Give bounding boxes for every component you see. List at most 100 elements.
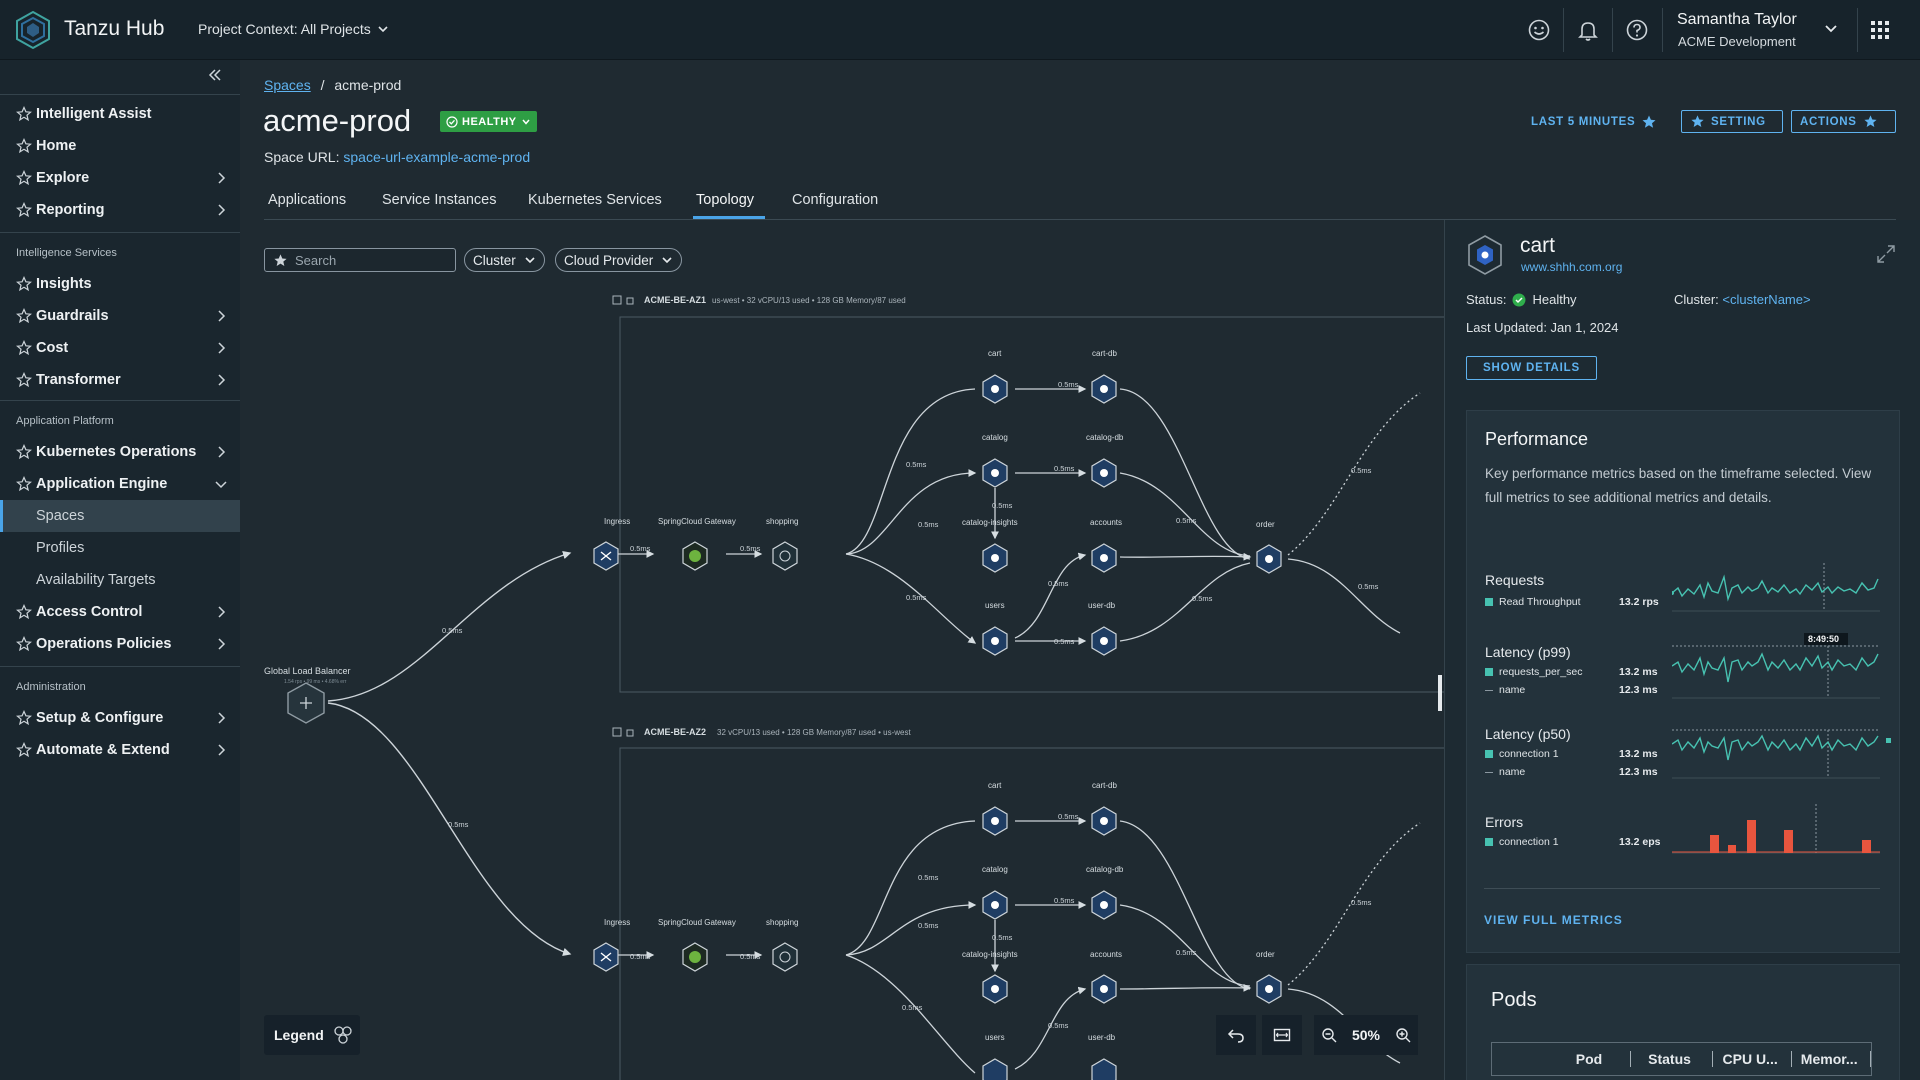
sidebar-item-transformer[interactable]: Transformer — [0, 364, 240, 396]
detail-link[interactable]: www.shhh.com.org — [1521, 260, 1622, 274]
user-menu-chevron-icon[interactable] — [1824, 22, 1838, 36]
cluster-link[interactable]: <clusterName> — [1722, 292, 1810, 307]
user-org: ACME Development — [1678, 34, 1796, 49]
cluster-filter[interactable]: Cluster — [464, 248, 545, 272]
sidebar-item-guardrails[interactable]: Guardrails — [0, 300, 240, 332]
sidebar-item-automate-extend[interactable]: Automate & Extend — [0, 734, 240, 766]
performance-title: Performance — [1485, 429, 1589, 449]
divider — [1563, 8, 1564, 52]
cluster-group-icon — [612, 295, 622, 305]
status-badge-label: HEALTHY — [462, 115, 517, 128]
chevron-right-icon — [218, 310, 226, 322]
sidebar-item-label: Transformer — [36, 372, 121, 388]
sidebar-item-home[interactable]: Home — [0, 130, 240, 162]
column-header[interactable]: Memor... — [1792, 1051, 1871, 1067]
chevron-right-icon — [218, 342, 226, 354]
divider — [0, 400, 240, 401]
actions-button[interactable]: ACTIONS — [1791, 110, 1896, 133]
tab-applications[interactable]: Applications — [268, 192, 346, 208]
search-input[interactable]: Search — [264, 248, 456, 272]
app-title[interactable]: Tanzu Hub — [64, 17, 164, 41]
legend-button[interactable]: Legend — [264, 1015, 360, 1055]
project-context-dropdown[interactable]: Project Context: All Projects — [198, 21, 389, 37]
setting-label: SETTING — [1711, 115, 1766, 128]
svg-text:0.5ms: 0.5ms — [1048, 1021, 1069, 1030]
tanzu-logo-icon[interactable] — [14, 10, 52, 50]
column-header[interactable]: CPU U... — [1713, 1051, 1793, 1067]
chevron-right-icon — [218, 744, 226, 756]
svg-text:users: users — [985, 601, 1005, 610]
tab-service-instances[interactable]: Service Instances — [382, 192, 496, 208]
undo-button[interactable] — [1216, 1015, 1256, 1055]
tab-kubernetes-services[interactable]: Kubernetes Services — [528, 192, 662, 208]
star-icon — [1864, 115, 1877, 127]
latency-label: 0.5ms — [448, 820, 469, 829]
node-global-load-balancer[interactable]: Global Load Balancer 1.54 rps • 99 ms • … — [264, 666, 351, 724]
view-full-metrics-link[interactable]: VIEW FULL METRICS — [1484, 913, 1623, 927]
divider — [1662, 8, 1663, 52]
sidebar-item-availability-targets[interactable]: Availability Targets — [0, 564, 240, 596]
cloud-provider-filter[interactable]: Cloud Provider — [555, 248, 683, 272]
sidebar-item-profiles[interactable]: Profiles — [0, 532, 240, 564]
svg-text:0.5ms: 0.5ms — [918, 520, 939, 529]
tab-topology[interactable]: Topology — [696, 192, 754, 208]
setting-button[interactable]: SETTING — [1681, 110, 1783, 133]
help-icon[interactable] — [1623, 16, 1651, 44]
cloud-provider-filter-label: Cloud Provider — [564, 252, 654, 268]
space-url-link[interactable]: space-url-example-acme-prod — [343, 149, 530, 165]
sidebar-item-operations-policies[interactable]: Operations Policies — [0, 628, 240, 660]
svg-text:0.5ms: 0.5ms — [1048, 579, 1069, 588]
sidebar-item-explore[interactable]: Explore — [0, 162, 240, 194]
bell-icon[interactable] — [1574, 16, 1602, 44]
svg-text:0.5ms: 0.5ms — [906, 593, 927, 602]
column-header[interactable]: Status — [1631, 1051, 1713, 1067]
user-name[interactable]: Samantha Taylor — [1677, 11, 1797, 29]
column-header[interactable]: Pod — [1552, 1051, 1632, 1067]
breadcrumb-current: acme-prod — [334, 77, 402, 93]
zoom-control: 50% — [1314, 1015, 1418, 1055]
sidebar-item-label: Availability Targets — [36, 572, 156, 588]
metric-title: Latency (p50) — [1485, 726, 1571, 742]
tab-configuration[interactable]: Configuration — [792, 192, 878, 208]
legend-dash — [1485, 689, 1493, 691]
chevron-down-icon — [378, 26, 388, 33]
node-catalog: catalog — [982, 865, 1008, 920]
canvas-scrollbar[interactable] — [1438, 675, 1442, 711]
sidebar-item-cost[interactable]: Cost — [0, 332, 240, 364]
zoom-out-icon[interactable] — [1321, 1027, 1337, 1043]
star-icon — [16, 710, 32, 726]
chevron-down-icon — [215, 481, 227, 489]
sidebar-item-kubernetes-operations[interactable]: Kubernetes Operations — [0, 436, 240, 468]
svg-text:0.5ms: 0.5ms — [1351, 898, 1372, 907]
svg-text:0.5ms: 0.5ms — [918, 921, 939, 930]
collapse-sidebar-icon[interactable] — [208, 68, 222, 82]
sidebar-item-intelligent-assist[interactable]: Intelligent Assist — [0, 98, 240, 130]
expand-icon[interactable] — [1876, 244, 1896, 264]
nodes-az1[interactable]: Ingress SpringCloud Gateway shopping car… — [593, 349, 1282, 656]
feedback-smiley-icon[interactable] — [1525, 16, 1553, 44]
sidebar-item-setup-configure[interactable]: Setup & Configure — [0, 702, 240, 734]
sidebar-item-reporting[interactable]: Reporting — [0, 194, 240, 226]
app-switcher-grid-icon[interactable] — [1870, 20, 1890, 40]
show-details-button[interactable]: SHOW DETAILS — [1466, 356, 1597, 380]
sidebar-item-spaces[interactable]: Spaces — [0, 500, 240, 532]
metric-name: name — [1499, 766, 1526, 778]
star-icon — [274, 254, 287, 266]
chevron-down-icon — [522, 119, 530, 125]
time-range-button[interactable]: LAST 5 MINUTES — [1523, 110, 1665, 133]
svg-text:shopping: shopping — [766, 918, 798, 927]
legend-label: Legend — [274, 1027, 324, 1043]
fit-to-screen-button[interactable] — [1262, 1015, 1302, 1055]
detail-status: Status: Healthy — [1466, 292, 1577, 307]
nodes-az2[interactable]: Ingress SpringCloud Gateway shopping car… — [593, 781, 1282, 1080]
svg-text:cart-db: cart-db — [1092, 781, 1117, 790]
sidebar-item-insights[interactable]: Insights — [0, 268, 240, 300]
status-badge[interactable]: HEALTHY — [440, 111, 537, 132]
zoom-in-icon[interactable] — [1395, 1027, 1411, 1043]
topology-canvas[interactable]: ACME-BE-AZ1 us-west • 32 vCPU/13 used • … — [240, 283, 1444, 1080]
sidebar-item-access-control[interactable]: Access Control — [0, 596, 240, 628]
sidebar-item-label: Setup & Configure — [36, 710, 164, 726]
sidebar-item-application-engine[interactable]: Application Engine — [0, 468, 240, 500]
breadcrumb-link-spaces[interactable]: Spaces — [264, 77, 311, 93]
metric-row: connection 1 — [1485, 748, 1559, 760]
